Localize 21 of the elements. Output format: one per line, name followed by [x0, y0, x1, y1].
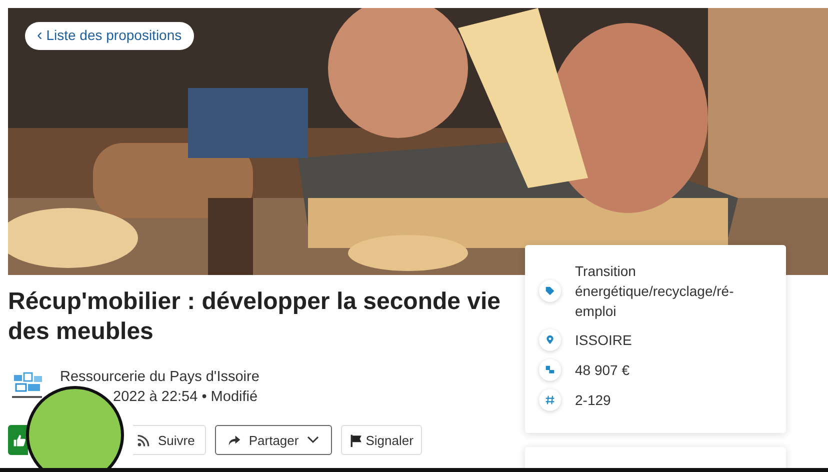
detail-text: 48 907 €	[575, 361, 630, 380]
thumbs-up-icon	[13, 434, 26, 446]
share-button[interactable]: Partager	[214, 425, 332, 455]
location-pin-icon	[539, 329, 561, 351]
coins-icon	[539, 359, 561, 381]
back-link[interactable]: ‹ Liste des propositions	[25, 22, 194, 50]
like-button[interactable]	[8, 425, 28, 455]
hash-icon	[539, 389, 561, 411]
tag-icon	[539, 280, 561, 302]
organization-name[interactable]: Ressourcerie du Pays d'Issoire	[60, 367, 260, 387]
detail-text: 2-129	[575, 391, 611, 410]
share-arrow-icon	[228, 434, 241, 446]
detail-text: Transition énergétique/recyclage/ré-emploi	[575, 262, 735, 321]
flag-icon	[350, 434, 363, 446]
rss-icon	[137, 434, 150, 446]
report-button[interactable]: Signaler	[340, 425, 422, 455]
detail-text: ISSOIRE	[575, 331, 632, 350]
follow-button[interactable]: Suivre	[133, 425, 206, 455]
page-title: Récup'mobilier : développer la seconde vie des meubles	[8, 287, 502, 347]
publication-date: 2022 à 22:54 • Modifié	[112, 388, 259, 407]
caret-icon	[306, 436, 319, 444]
